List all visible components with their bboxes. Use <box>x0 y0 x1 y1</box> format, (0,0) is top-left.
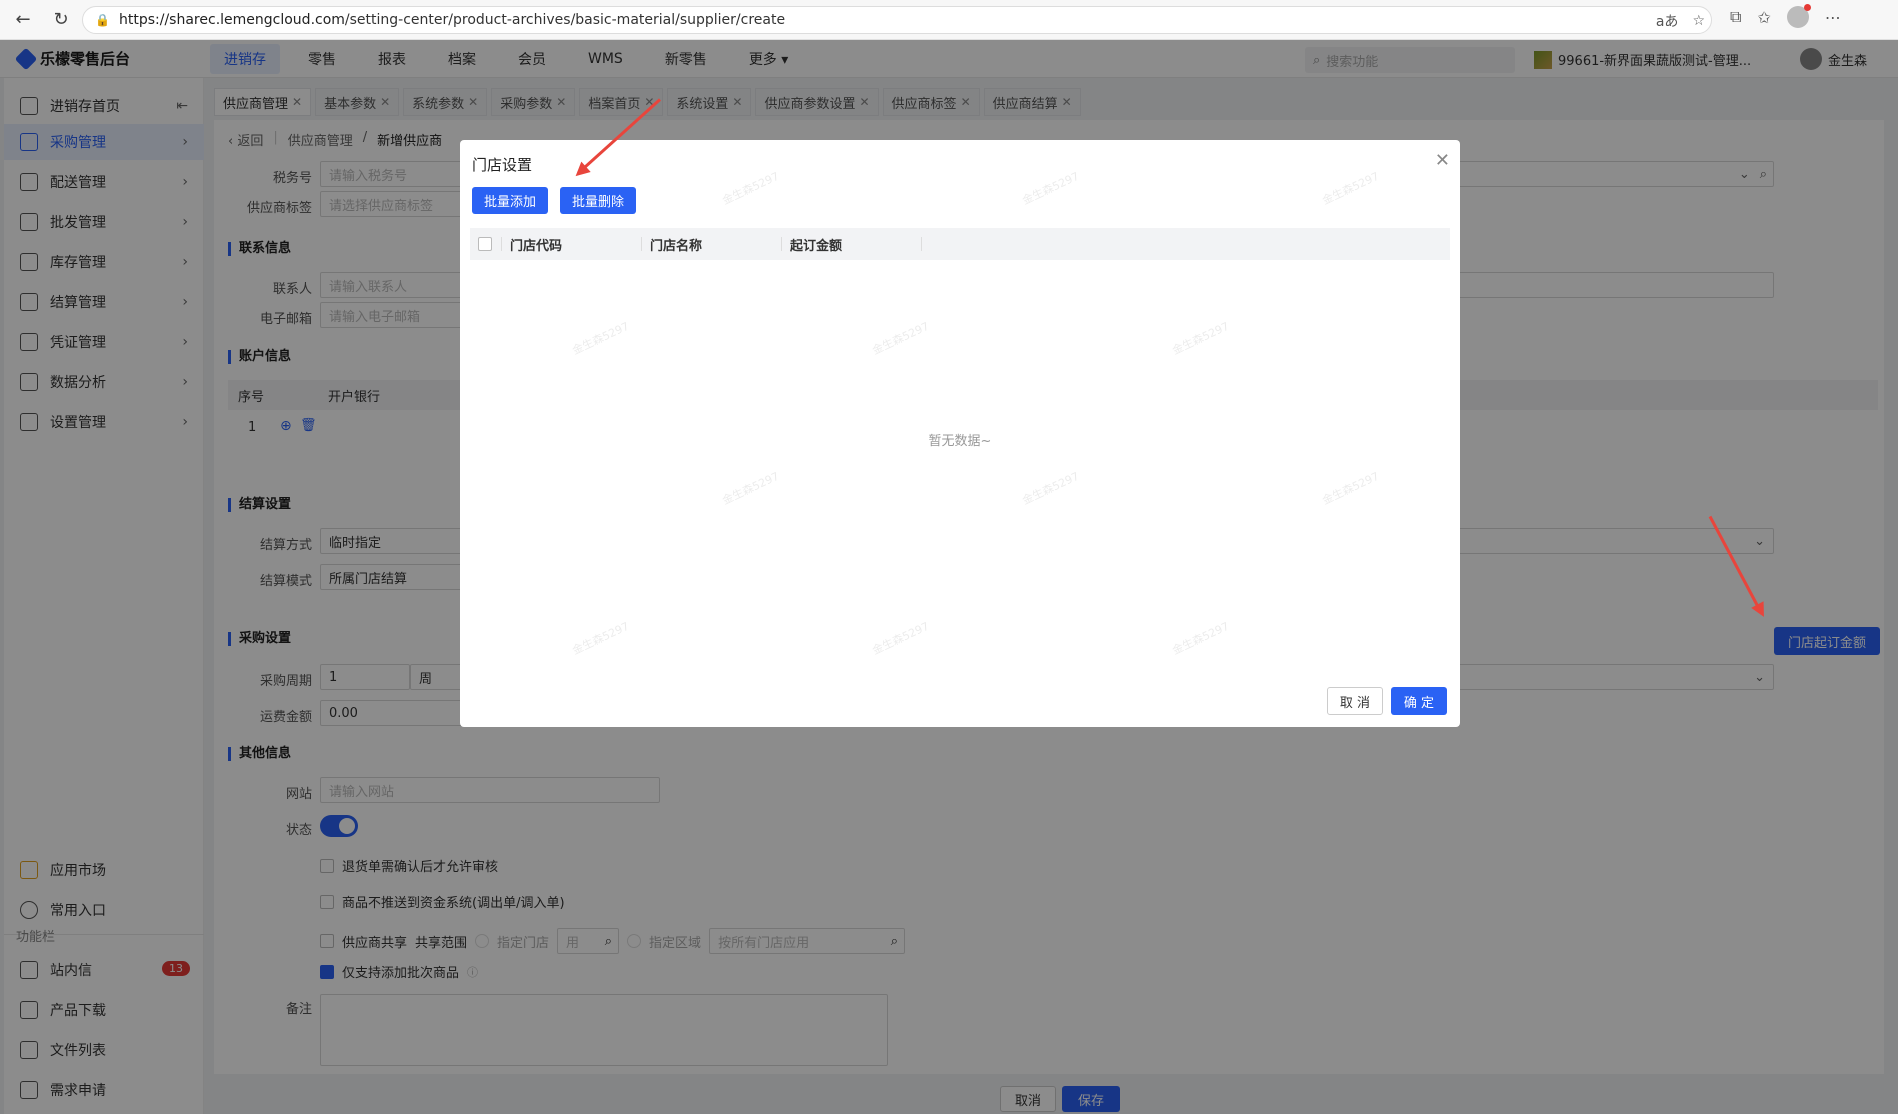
extensions-icon[interactable]: ⧉ <box>1730 7 1741 27</box>
modal-mask-top <box>0 40 1898 78</box>
modal-table-header: 门店代码 门店名称 起订金额 <box>470 228 1450 260</box>
watermark: 金生森5297 <box>870 319 932 358</box>
batch-add-button[interactable]: 批量添加 <box>472 187 549 214</box>
watermark: 金生森5297 <box>1170 619 1232 658</box>
url-path: /setting-center/product-archives/basic-m… <box>344 12 786 28</box>
browser-actions: ⧉ ✩ ⋯ <box>1730 4 1841 28</box>
column-header: 门店代码 <box>502 228 642 260</box>
modal-title: 门店设置 <box>472 156 533 174</box>
store-settings-modal: 门店设置 ✕ 批量添加 批量删除 门店代码 门店名称 起订金额 暂无数据~ 取 … <box>460 140 1460 727</box>
modal-confirm-button[interactable]: 确 定 <box>1391 687 1447 715</box>
column-header: 起订金额 <box>782 228 922 260</box>
column-label: 起订金额 <box>790 238 843 254</box>
column-label: 门店代码 <box>510 238 563 254</box>
profile-icon[interactable] <box>1786 4 1811 28</box>
star-icon[interactable]: ☆ <box>1692 13 1705 29</box>
empty-state-text: 暂无数据~ <box>928 434 992 449</box>
modal-cancel-button[interactable]: 取 消 <box>1327 687 1383 715</box>
watermark: 金生森5297 <box>870 619 932 658</box>
favorites-icon[interactable]: ✩ <box>1757 8 1770 27</box>
back-arrow-icon[interactable]: ← <box>8 5 38 35</box>
select-all-checkbox[interactable] <box>478 237 492 251</box>
watermark: 金生森5297 <box>1320 469 1382 508</box>
reload-icon[interactable]: ↻ <box>46 5 76 35</box>
lock-icon: 🔒 <box>95 13 110 27</box>
address-bar[interactable]: 🔒 https://sharec.lemengcloud.com/setting… <box>82 6 1712 34</box>
watermark: 金生森5297 <box>570 319 632 358</box>
watermark: 金生森5297 <box>720 169 782 208</box>
batch-delete-button[interactable]: 批量删除 <box>560 187 637 214</box>
column-label: 门店名称 <box>650 238 703 254</box>
column-header: 门店名称 <box>642 228 782 260</box>
close-icon[interactable]: ✕ <box>1435 150 1450 171</box>
watermark: 金生森5297 <box>1320 169 1382 208</box>
url-host: https://sharec.lemengcloud.com <box>119 12 345 28</box>
watermark: 金生森5297 <box>1020 469 1082 508</box>
watermark: 金生森5297 <box>1020 169 1082 208</box>
more-icon[interactable]: ⋯ <box>1825 8 1841 27</box>
select-all-cell <box>470 228 502 260</box>
read-aloud-icon[interactable]: aあ <box>1656 11 1679 31</box>
watermark: 金生森5297 <box>1170 319 1232 358</box>
watermark: 金生森5297 <box>570 619 632 658</box>
watermark: 金生森5297 <box>720 469 782 508</box>
